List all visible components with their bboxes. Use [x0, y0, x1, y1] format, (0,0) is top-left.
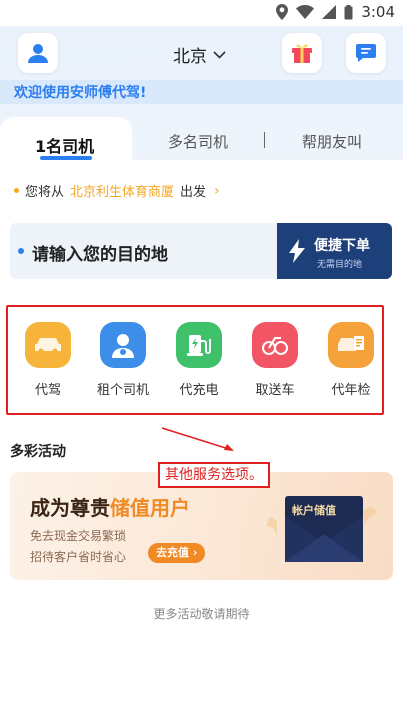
signal-icon — [322, 5, 337, 19]
service-label: 代驾 — [34, 383, 61, 398]
promo-title: 成为尊贵储值用户 — [30, 492, 190, 521]
location-icon — [276, 4, 289, 20]
destination-placeholder: 请输入您的目的地 — [32, 245, 168, 265]
service-label: 租个司机 — [96, 383, 149, 398]
profile-button[interactable] — [18, 33, 58, 73]
quick-order-title: 便捷下单 — [314, 238, 370, 254]
inspection-icon — [328, 322, 374, 368]
service-label: 代年检 — [331, 383, 371, 398]
tab-multiple-drivers[interactable]: 多名司机 — [168, 131, 228, 152]
tab-one-driver-label: 1名司机 — [35, 137, 95, 156]
battery-icon — [344, 4, 353, 19]
promo-title-part1: 成为尊贵 — [30, 496, 110, 520]
tab-one-driver[interactable]: 1名司机 — [0, 117, 132, 165]
steering-wheel-icon — [252, 322, 298, 368]
tab-active-indicator — [40, 156, 92, 160]
services-panel: 代驾 租个司机 代充电 取送车 代年检 — [6, 305, 384, 415]
annotation-arrow-icon — [161, 427, 234, 451]
service-label: 代充电 — [179, 383, 219, 398]
gift-button[interactable] — [282, 33, 322, 73]
departure-prefix: 您将从 — [25, 185, 65, 200]
activities-title: 多彩活动 — [10, 444, 66, 460]
departure-suffix: 出发 — [180, 185, 207, 200]
destination-dot-icon — [18, 248, 24, 254]
promo-title-part2: 储值用户 — [110, 496, 190, 520]
welcome-text: 欢迎使用安师傅代驾! — [14, 85, 147, 101]
driver-tabs: 1名司机 多名司机 帮朋友叫 — [0, 113, 403, 165]
wallet-envelope-icon — [267, 496, 377, 562]
service-charging[interactable]: 代充电 — [169, 322, 229, 398]
tab-divider — [264, 132, 265, 148]
chevron-right-icon: › — [214, 182, 220, 199]
status-bar: 3:04 — [0, 0, 403, 26]
service-hire-driver[interactable]: 租个司机 — [93, 322, 153, 398]
driver-icon — [100, 322, 146, 368]
promo-line2: 招待客户省时省心 — [30, 550, 127, 564]
departure-row[interactable]: 您将从 北京利生体育商厦 出发 › — [14, 181, 220, 200]
status-time: 3:04 — [361, 3, 395, 21]
destination-input[interactable]: 请输入您的目的地 便捷下单 无需目的地 — [10, 223, 392, 279]
more-activities-text: 更多活动敬请期待 — [153, 607, 250, 621]
message-button[interactable] — [346, 33, 386, 73]
annotation-label: 其他服务选项。 — [158, 462, 270, 488]
departure-place[interactable]: 北京利生体育商厦 — [70, 181, 174, 200]
chevron-down-icon — [213, 50, 226, 59]
city-label: 北京 — [173, 47, 207, 67]
tab-call-for-friend[interactable]: 帮朋友叫 — [302, 131, 362, 152]
promo-line1: 免去现金交易繁琐 — [30, 529, 127, 543]
promo-card[interactable]: 成为尊贵储值用户 免去现金交易繁琐 招待客户省时省心 去充值 › 帐户储值 — [10, 472, 393, 580]
charging-icon — [176, 322, 222, 368]
gift-icon — [292, 44, 312, 63]
car-icon — [25, 322, 71, 368]
quick-order-button[interactable]: 便捷下单 无需目的地 — [277, 223, 392, 279]
user-icon — [28, 44, 48, 63]
wifi-icon — [296, 5, 315, 19]
message-icon — [356, 44, 376, 62]
quick-order-subtitle: 无需目的地 — [317, 260, 363, 270]
service-label: 取送车 — [255, 383, 295, 398]
lightning-icon — [289, 239, 305, 263]
service-designated-driver[interactable]: 代驾 — [18, 322, 78, 398]
wallet-label: 帐户储值 — [292, 504, 336, 517]
city-selector[interactable]: 北京 — [173, 42, 226, 67]
departure-dot-icon — [14, 188, 19, 193]
service-pickup-delivery[interactable]: 取送车 — [245, 322, 305, 398]
service-annual-inspection[interactable]: 代年检 — [321, 322, 381, 398]
recharge-button[interactable]: 去充值 › — [148, 543, 206, 563]
